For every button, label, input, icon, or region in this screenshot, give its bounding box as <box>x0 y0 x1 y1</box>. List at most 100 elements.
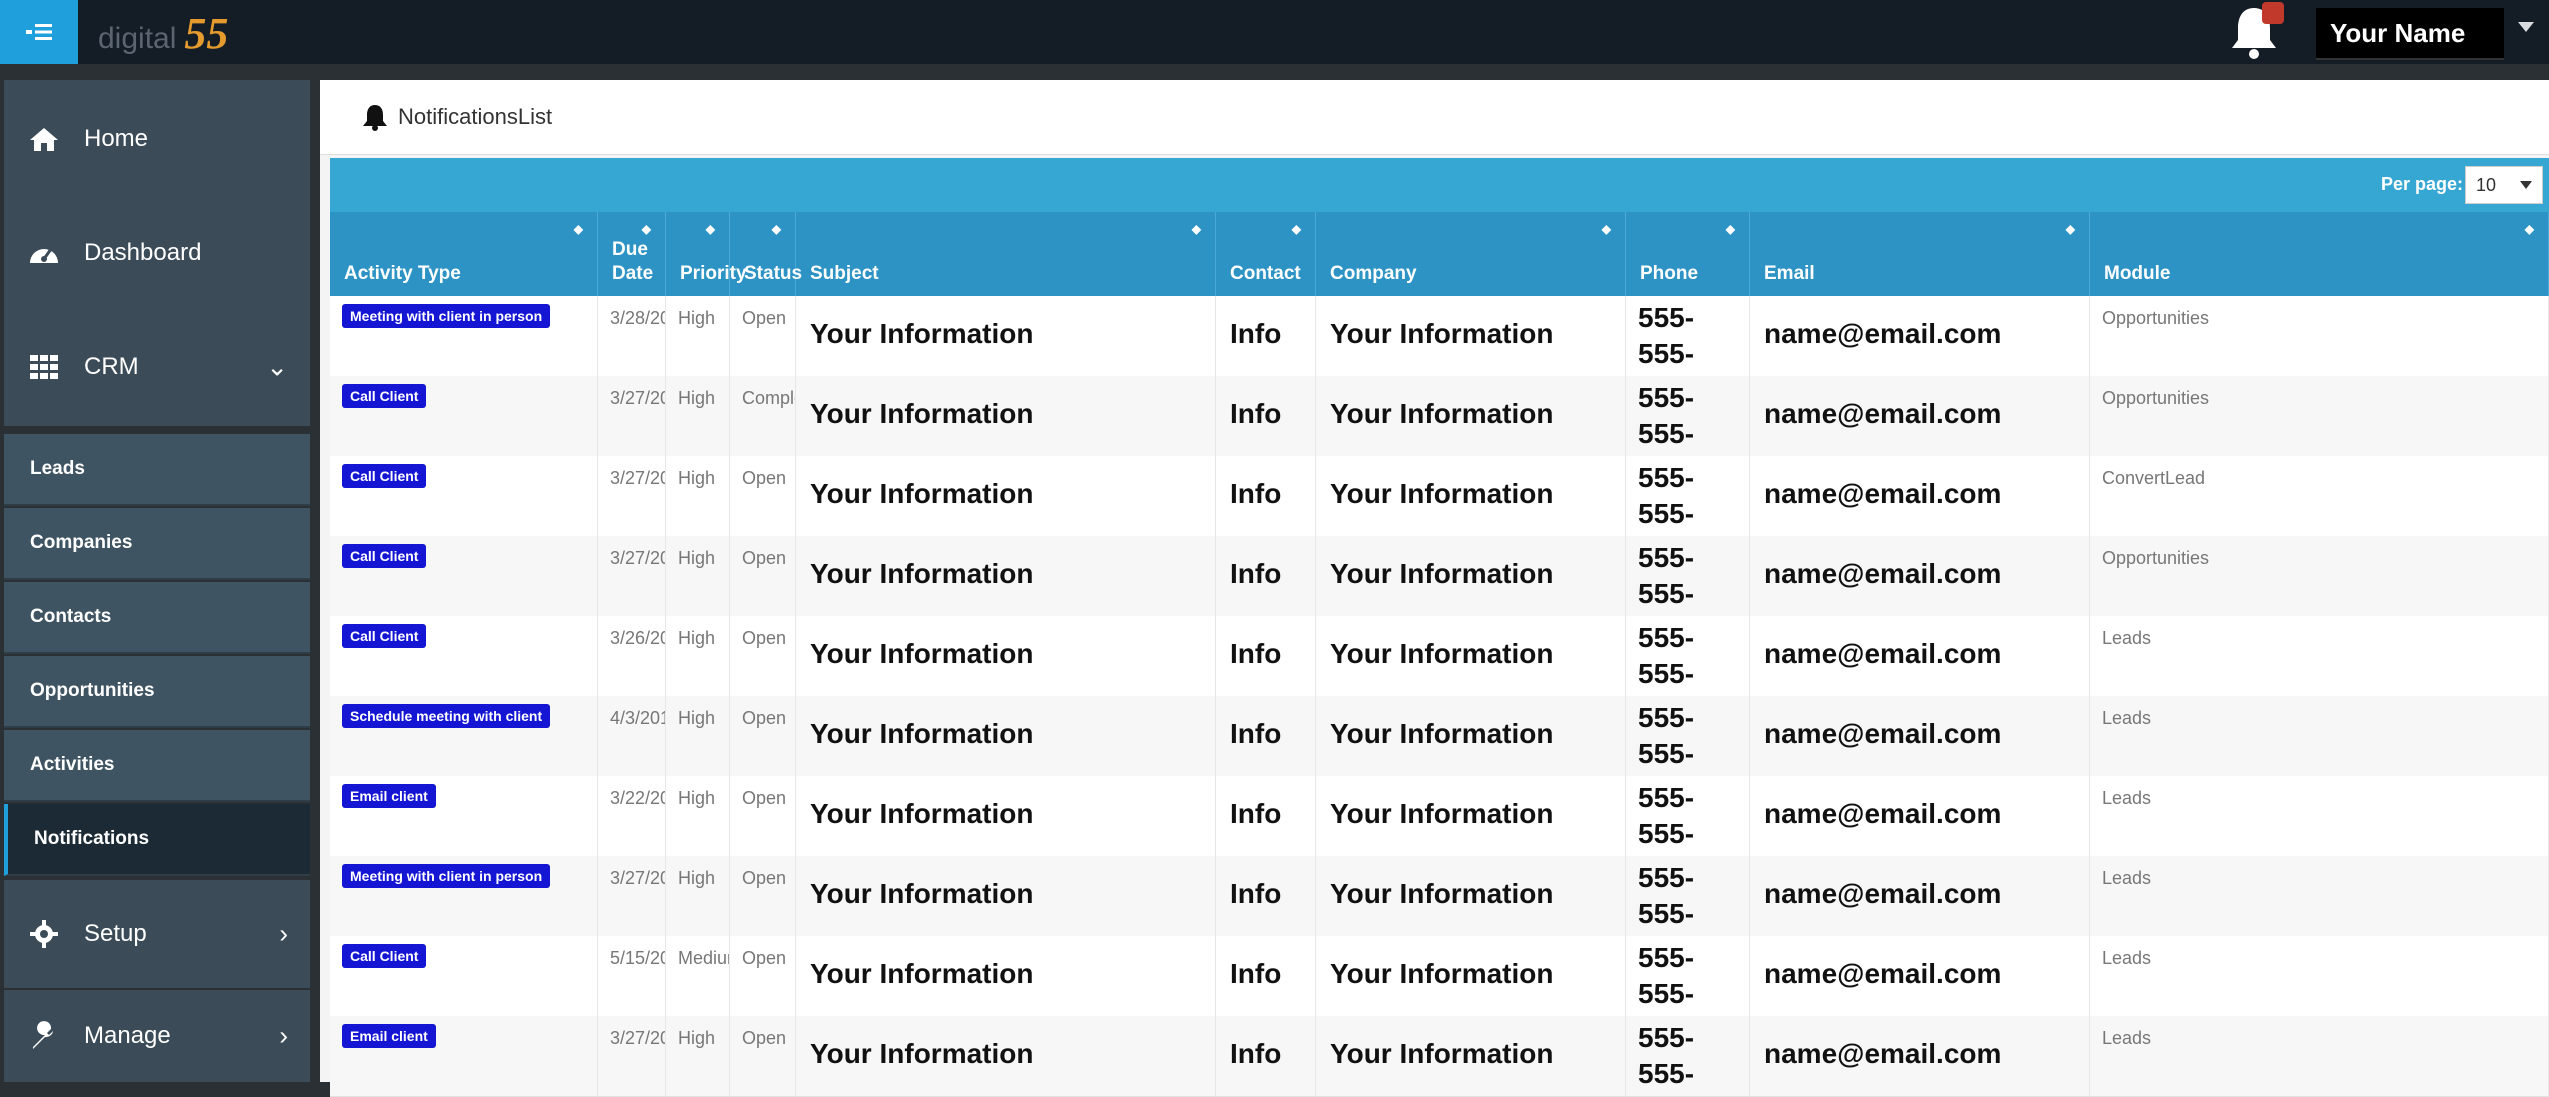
cell-status: Open <box>730 856 796 936</box>
activity-type-badge[interactable]: Meeting with client in person <box>342 304 551 328</box>
cell-due: 3/26/2019 <box>598 616 666 696</box>
activity-type-badge[interactable]: Call Client <box>342 624 427 648</box>
cell-type: Call Client <box>330 376 598 456</box>
cell-due: 3/27/2019 <box>598 536 666 616</box>
activity-type-badge[interactable]: Schedule meeting with client <box>342 704 551 728</box>
chevron-right-icon: › <box>279 1020 288 1051</box>
column-header-company[interactable]: Company ◆ <box>1316 212 1626 296</box>
cell-priority: High <box>666 856 730 936</box>
sidebar-item-contacts[interactable]: Contacts <box>4 582 310 654</box>
sort-icon[interactable]: ◆ <box>1726 222 1735 236</box>
cell-priority: High <box>666 376 730 456</box>
cell-subject: Your Information <box>796 536 1216 616</box>
sidebar-item-notifications[interactable]: Notifications <box>4 804 310 876</box>
table-row[interactable]: Call Client5/15/2019MediumOpenYour Infor… <box>330 936 2549 1017</box>
sort-icon[interactable]: ◆ <box>574 222 583 236</box>
sort-icon[interactable]: ◆ <box>706 222 715 236</box>
sidebar-item-leads[interactable]: Leads <box>4 434 310 506</box>
table-row[interactable]: Schedule meeting with client 4/3/2019High… <box>330 696 2549 777</box>
wrench-icon <box>26 1020 62 1052</box>
table-row[interactable]: Call Client3/27/2019HighCompletedYour In… <box>330 376 2549 457</box>
cell-contact: Info <box>1216 616 1316 696</box>
sidebar-item-manage[interactable]: Manage › <box>4 990 310 1084</box>
column-header-email[interactable]: Email ◆ <box>1750 212 2090 296</box>
sort-icon[interactable]: ◆ <box>2066 222 2075 236</box>
sidebar-item-dashboard[interactable]: Dashboard <box>4 198 310 310</box>
cell-company: Your Information <box>1316 776 1626 856</box>
sidebar-item-activities[interactable]: Activities <box>4 730 310 802</box>
cell-due: 5/15/2019 <box>598 936 666 1016</box>
cell-type: Call Client <box>330 616 598 696</box>
brand-logo[interactable]: digital 55 <box>98 8 228 59</box>
sort-icon[interactable]: ◆ <box>1602 222 1611 236</box>
table-row[interactable]: Meeting with client in person 3/27/2019Hi… <box>330 856 2549 937</box>
cell-module: Opportunities <box>2090 296 2549 376</box>
column-header-module[interactable]: Module ◆ <box>2090 212 2549 296</box>
activity-type-badge[interactable]: Call Client <box>342 944 427 968</box>
cell-type: Call Client <box>330 936 598 1016</box>
chevron-down-icon: ⌄ <box>266 351 288 382</box>
column-header-activity-type[interactable]: Activity Type ◆ <box>330 212 598 296</box>
page-title: NotificationsList <box>398 104 553 129</box>
cell-contact: Info <box>1216 856 1316 936</box>
table-row[interactable]: Email client3/27/2019HighOpenYour Inform… <box>330 1016 2549 1097</box>
sidebar-item-opportunities[interactable]: Opportunities <box>4 656 310 728</box>
per-page-select[interactable]: 10 <box>2465 166 2543 204</box>
cell-contact: Info <box>1216 776 1316 856</box>
activity-type-badge[interactable]: Email client <box>342 784 436 808</box>
sidebar-item-label: Dashboard <box>84 239 202 266</box>
sidebar-item-companies[interactable]: Companies <box>4 508 310 580</box>
activity-type-badge[interactable]: Call Client <box>342 544 427 568</box>
user-menu-caret-icon[interactable] <box>2518 22 2534 32</box>
column-header-label: Module <box>2104 263 2171 284</box>
sidebar-item-crm[interactable]: CRM ⌄ <box>4 308 310 428</box>
sort-icon[interactable]: ◆ <box>1292 222 1301 236</box>
sort-icon[interactable]: ◆ <box>772 222 781 236</box>
sort-icon[interactable]: ◆ <box>1192 222 1201 236</box>
table-row[interactable]: Meeting with client in person 3/28/2019Hi… <box>330 296 2549 377</box>
user-menu[interactable]: Your Name <box>2316 8 2504 60</box>
column-header-subject[interactable]: Subject ◆ <box>796 212 1216 296</box>
table-row[interactable]: Call Client3/27/2019HighOpenYour Informa… <box>330 456 2549 537</box>
cell-status: Open <box>730 536 796 616</box>
activity-type-badge[interactable]: Email client <box>342 1024 436 1048</box>
menu-toggle-button[interactable] <box>0 0 78 64</box>
table-row[interactable]: Call Client3/27/2019HighOpenYour Informa… <box>330 536 2549 617</box>
column-header-priority[interactable]: Priority ◆ <box>666 212 747 296</box>
table-row[interactable]: Call Client3/26/2019HighOpenYour Informa… <box>330 616 2549 697</box>
column-header-contact[interactable]: Contact ◆ <box>1216 212 1316 296</box>
cell-type: Email client <box>330 1016 598 1096</box>
column-header-status[interactable]: Status ◆ <box>730 212 802 296</box>
cell-type: Call Client <box>330 456 598 536</box>
sort-icon[interactable]: ◆ <box>642 222 651 236</box>
cell-subject: Your Information <box>796 936 1216 1016</box>
cell-type: Meeting with client in person <box>330 296 598 376</box>
cell-due: 3/22/2019 <box>598 776 666 856</box>
cell-type: Call Client <box>330 536 598 616</box>
column-header-phone[interactable]: Phone ◆ <box>1626 212 1750 296</box>
column-header-due-date[interactable]: Due Date ◆ <box>598 212 666 296</box>
cell-company: Your Information <box>1316 696 1626 776</box>
activity-type-badge[interactable]: Call Client <box>342 464 427 488</box>
cell-company: Your Information <box>1316 296 1626 376</box>
cell-priority: High <box>666 776 730 856</box>
activity-type-badge[interactable]: Call Client <box>342 384 427 408</box>
cell-status: Open <box>730 616 796 696</box>
cell-due: 3/27/2019 <box>598 856 666 936</box>
gear-icon <box>26 918 62 950</box>
table-row[interactable]: Email client3/22/2019HighOpenYour Inform… <box>330 776 2549 857</box>
cell-contact: Info <box>1216 376 1316 456</box>
cell-phone: 555-555-5555 <box>1626 1016 1750 1096</box>
cell-priority: High <box>666 1016 730 1096</box>
sidebar-item-setup[interactable]: Setup › <box>4 880 310 990</box>
cell-priority: High <box>666 696 730 776</box>
cell-company: Your Information <box>1316 1016 1626 1096</box>
cell-phone: 555-555-5555 <box>1626 696 1750 776</box>
cell-subject: Your Information <box>796 856 1216 936</box>
sort-icon[interactable]: ◆ <box>2525 222 2534 236</box>
cell-email: name@email.com <box>1750 856 2090 936</box>
sidebar-item-home[interactable]: Home <box>4 80 310 200</box>
cell-email: name@email.com <box>1750 536 2090 616</box>
activity-type-badge[interactable]: Meeting with client in person <box>342 864 551 888</box>
cell-phone: 555-555-5555 <box>1626 616 1750 696</box>
